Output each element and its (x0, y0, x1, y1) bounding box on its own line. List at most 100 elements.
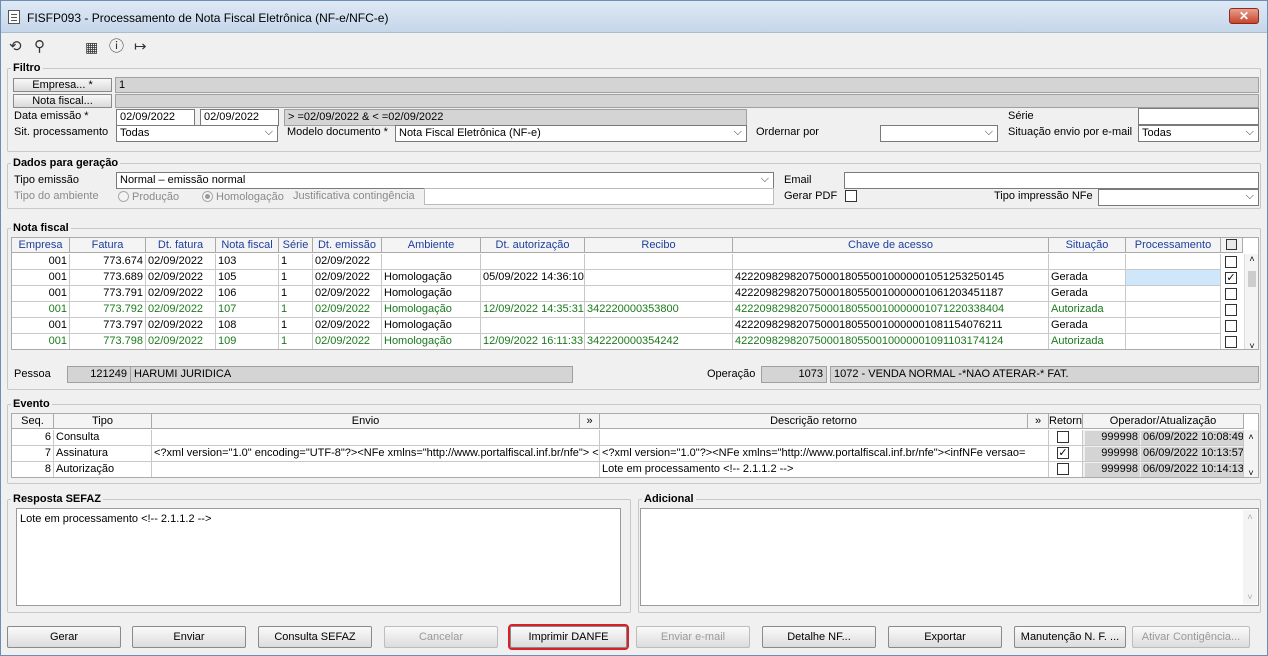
tipo-impressao-select[interactable]: ⌵ (1098, 189, 1259, 206)
close-button[interactable]: ✕ (1229, 8, 1259, 24)
evento-header-7[interactable]: Operador/Atualização (1083, 414, 1244, 429)
nota-header-10[interactable]: Situação (1049, 238, 1126, 253)
retorno-checkbox[interactable] (1057, 431, 1069, 443)
gerar-pdf-checkbox[interactable] (845, 190, 857, 202)
row-checkbox[interactable] (1225, 288, 1237, 300)
cell-processamento[interactable] (1126, 270, 1221, 286)
evento-header-1[interactable]: Tipo (54, 414, 152, 429)
main-window: FISFP093 - Processamento de Nota Fiscal … (0, 0, 1268, 656)
manutencao-nf-button[interactable]: Manutenção N. F. ... (1014, 626, 1126, 648)
nota-header-8[interactable]: Recibo (585, 238, 733, 253)
evento-header-3[interactable]: » (580, 414, 600, 429)
cell-chave: 4222098298207500018055001000000106120345… (733, 286, 1049, 302)
row-checkbox[interactable] (1225, 304, 1237, 316)
enviar-email-button[interactable]: Enviar e-mail (636, 626, 750, 648)
nota-header-4[interactable]: Série (279, 238, 313, 253)
calendar-icon[interactable]: ▦ (85, 39, 98, 55)
nota-header-5[interactable]: Dt. emissão (313, 238, 382, 253)
producao-radio[interactable] (118, 191, 129, 202)
table-row[interactable]: 001 773.797 02/09/2022 108 1 02/09/2022 Homolo… (12, 318, 1258, 334)
email-field[interactable] (844, 172, 1259, 189)
table-row[interactable]: 001 773.798 02/09/2022 109 1 02/09/2022 Homolo… (12, 334, 1258, 349)
cell-processamento[interactable] (1126, 254, 1221, 270)
nota-header-2[interactable]: Dt. fatura (146, 238, 216, 253)
nota-header-6[interactable]: Ambiente (382, 238, 481, 253)
nota-fiscal-button[interactable]: Nota fiscal... (13, 94, 112, 108)
cell-processamento[interactable] (1126, 302, 1221, 318)
resposta-textarea[interactable]: Lote em processamento <!-- 2.1.1.2 --> (16, 508, 621, 606)
title-bar: FISFP093 - Processamento de Nota Fiscal … (1, 1, 1267, 33)
table-row[interactable]: 001 773.674 02/09/2022 103 1 02/09/2022 (12, 254, 1258, 270)
enviar-button[interactable]: Enviar (132, 626, 246, 648)
situacao-email-select[interactable]: Todas ⌵ (1138, 125, 1259, 142)
event-row[interactable]: 8 Autorização Lote em processamento <!-- 2… (12, 462, 1258, 477)
event-row[interactable]: 6 Consulta 999998 06/09/2022 10:08:49 (12, 430, 1258, 446)
nota-header-11[interactable]: Processamento (1126, 238, 1221, 253)
consulta-sefaz-button[interactable]: Consulta SEFAZ (258, 626, 372, 648)
help-icon[interactable]: ⓘ (109, 39, 124, 55)
homologacao-radio[interactable] (202, 191, 213, 202)
table-row[interactable]: 001 773.689 02/09/2022 105 1 02/09/2022 Homolo… (12, 270, 1258, 286)
evento-header-6[interactable]: Retorno (1049, 414, 1083, 429)
nota-scrollbar[interactable]: ˄ ˅ (1244, 254, 1258, 349)
nota-header-7[interactable]: Dt. autorização (481, 238, 585, 253)
ordenar-select[interactable]: ⌵ (880, 125, 998, 142)
nota-header-9[interactable]: Chave de acesso (733, 238, 1049, 253)
exit-icon[interactable]: ↦ (134, 39, 147, 55)
justificativa-field[interactable] (424, 188, 774, 205)
evento-header-5[interactable]: » (1028, 414, 1049, 429)
cell-retorno[interactable] (1049, 462, 1083, 477)
ativar-contingencia-button[interactable]: Ativar Contigência... (1132, 626, 1250, 648)
cell-operador: 999998 06/09/2022 10:08:49 (1083, 430, 1244, 446)
imprimir-danfe-button[interactable]: Imprimir DANFE (508, 624, 629, 650)
empresa-button[interactable]: Empresa... * (13, 78, 112, 92)
sit-processamento-select[interactable]: Todas ⌵ (116, 125, 278, 142)
table-row[interactable]: 001 773.791 02/09/2022 106 1 02/09/2022 Homolo… (12, 286, 1258, 302)
serie-field[interactable] (1138, 108, 1259, 125)
retorno-checkbox[interactable]: ✓ (1057, 447, 1069, 459)
data-emissao-to[interactable]: 02/09/2022 (200, 109, 279, 126)
adicional-scrollbar[interactable]: ˄ ˅ (1243, 510, 1257, 604)
select-all-checkbox[interactable] (1226, 239, 1237, 250)
nota-fiscal-field[interactable] (115, 94, 1259, 108)
evento-scrollbar[interactable]: ˄ ˅ (1244, 430, 1258, 477)
row-checkbox[interactable] (1225, 256, 1237, 268)
search-icon[interactable]: ⚲ (34, 39, 45, 55)
tipo-ambiente-label: Tipo do ambiente (14, 190, 99, 202)
nota-header-3[interactable]: Nota fiscal (216, 238, 279, 253)
gerar-button[interactable]: Gerar (7, 626, 121, 648)
detalhe-nf-button[interactable]: Detalhe NF... (762, 626, 876, 648)
modelo-documento-select[interactable]: Nota Fiscal Eletrônica (NF-e) ⌵ (395, 125, 747, 142)
cell-processamento[interactable] (1126, 334, 1221, 349)
nota-header-0[interactable]: Empresa (12, 238, 70, 253)
retorno-checkbox[interactable] (1057, 463, 1069, 475)
scroll-up-icon[interactable]: ˄ (1245, 254, 1258, 264)
exportar-button[interactable]: Exportar (888, 626, 1002, 648)
adicional-textarea[interactable] (640, 508, 1259, 606)
scroll-down-icon[interactable]: ˅ (1244, 468, 1258, 477)
resposta-title: Resposta SEFAZ (11, 493, 104, 505)
event-row[interactable]: 7 Assinatura <?xml version="1.0" encoding=… (12, 446, 1258, 462)
cell-retorno[interactable]: ✓ (1049, 446, 1083, 462)
data-emissao-from[interactable]: 02/09/2022 (116, 109, 195, 126)
scroll-thumb[interactable] (1248, 271, 1256, 287)
row-checkbox[interactable] (1225, 320, 1237, 332)
evento-header-2[interactable]: Envio (152, 414, 580, 429)
cancelar-button[interactable]: Cancelar (384, 626, 498, 648)
table-row[interactable]: 001 773.792 02/09/2022 107 1 02/09/2022 Homolo… (12, 302, 1258, 318)
row-checkbox[interactable]: ✓ (1225, 272, 1237, 284)
cell-retorno[interactable] (1049, 430, 1083, 446)
empresa-field[interactable]: 1 (115, 77, 1259, 93)
evento-header-0[interactable]: Seq. (12, 414, 54, 429)
row-checkbox[interactable] (1225, 336, 1237, 348)
select-all-header[interactable] (1221, 238, 1243, 253)
evento-header-4[interactable]: Descrição retorno (600, 414, 1028, 429)
tipo-emissao-select[interactable]: Normal – emissão normal ⌵ (116, 172, 774, 189)
undo-icon[interactable]: ⟲ (9, 39, 22, 55)
filtro-title: Filtro (11, 62, 43, 74)
scroll-up-icon[interactable]: ˄ (1244, 432, 1258, 442)
cell-processamento[interactable] (1126, 286, 1221, 302)
cell-processamento[interactable] (1126, 318, 1221, 334)
nota-header-1[interactable]: Fatura (70, 238, 146, 253)
scroll-down-icon[interactable]: ˅ (1245, 341, 1258, 349)
